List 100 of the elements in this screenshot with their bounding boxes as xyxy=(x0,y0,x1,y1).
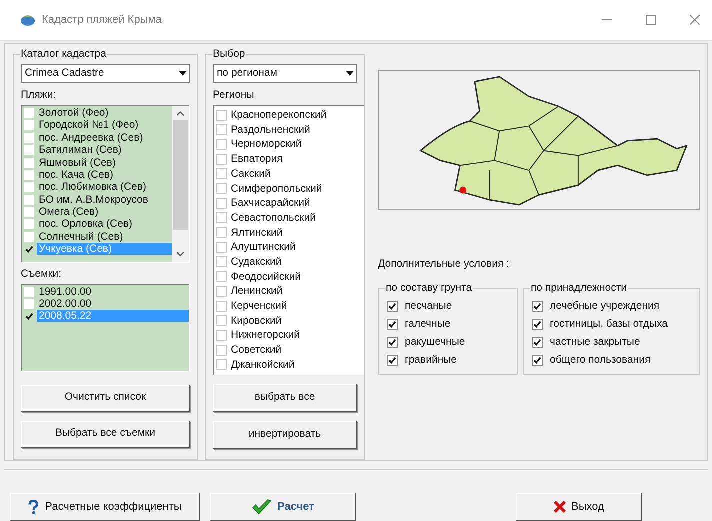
checkbox[interactable] xyxy=(24,311,34,322)
list-item[interactable]: Ленинский xyxy=(231,285,283,298)
list-item[interactable]: Красноперекопский xyxy=(231,109,327,122)
checkbox[interactable] xyxy=(24,170,34,180)
list-item[interactable]: Омега (Сев) xyxy=(37,206,101,218)
checkbox[interactable] xyxy=(216,168,227,180)
footer-button[interactable]: Выход xyxy=(516,493,642,521)
list-item[interactable]: Алуштинский xyxy=(231,241,296,254)
checkbox[interactable] xyxy=(216,124,227,136)
scrollbar-thumb[interactable] xyxy=(173,120,188,230)
checkbox[interactable] xyxy=(24,158,34,168)
list-item[interactable]: Керченский xyxy=(231,300,288,312)
checkbox[interactable] xyxy=(216,315,227,326)
footer-button[interactable]: Расчетные коэффициенты xyxy=(10,493,200,521)
list-item[interactable]: Раздольненский xyxy=(231,124,310,136)
list-item[interactable]: Городской №1 (Фео) xyxy=(37,119,141,132)
list-item[interactable]: Яшмовый (Сев) xyxy=(37,156,118,168)
list-item[interactable]: 1991.00.00 xyxy=(37,286,94,298)
checkbox[interactable] xyxy=(216,271,227,282)
checkbox[interactable] xyxy=(387,355,398,366)
checkbox-label[interactable]: лечебные учреждения xyxy=(550,298,660,315)
checkbox[interactable] xyxy=(532,301,543,312)
footer-button[interactable]: Расчет xyxy=(210,493,356,521)
checkbox[interactable] xyxy=(216,198,227,209)
checkbox[interactable] xyxy=(24,145,34,156)
checkbox[interactable] xyxy=(532,355,543,366)
button[interactable]: Очистить список xyxy=(21,384,190,412)
scroll-up-icon[interactable] xyxy=(177,110,184,116)
help-icon xyxy=(28,500,40,514)
maximize-icon[interactable] xyxy=(646,15,656,25)
list-item[interactable]: Черноморский xyxy=(231,138,302,150)
checkbox[interactable] xyxy=(532,319,543,330)
checkbox[interactable] xyxy=(387,337,398,348)
list-item[interactable]: Феодосийский xyxy=(231,270,301,283)
checkbox[interactable] xyxy=(216,344,227,356)
list-item[interactable]: Евпатория xyxy=(231,153,283,166)
checkbox[interactable] xyxy=(24,232,34,242)
app-icon xyxy=(20,13,36,27)
checkbox[interactable] xyxy=(216,110,227,121)
checkbox-label[interactable]: ракушечные xyxy=(405,334,466,351)
close-icon[interactable] xyxy=(690,15,700,25)
checkbox[interactable] xyxy=(216,242,227,253)
checkbox-label[interactable]: общего пользования xyxy=(550,352,651,369)
list-item[interactable]: Бахчисарайский xyxy=(231,197,310,210)
checkbox[interactable] xyxy=(216,300,227,312)
checkbox[interactable] xyxy=(216,286,227,297)
group-title: Каталог кадастра xyxy=(20,48,108,60)
list-item[interactable]: Советский xyxy=(231,344,282,356)
checkbox[interactable] xyxy=(216,227,227,238)
list-item[interactable]: БО им. А.В.Мокроусов xyxy=(37,194,150,206)
checkbox[interactable] xyxy=(532,337,543,348)
checkbox[interactable] xyxy=(216,330,227,341)
list-item[interactable]: Батилиман (Сев) xyxy=(37,144,124,156)
scrollbar[interactable] xyxy=(172,106,189,262)
checkbox[interactable] xyxy=(216,212,227,224)
checkbox-label[interactable]: гравийные xyxy=(405,352,458,369)
button[interactable]: инвертировать xyxy=(213,420,357,449)
checkbox[interactable] xyxy=(24,299,34,310)
dropdown[interactable]: по регионам xyxy=(213,64,357,83)
list-item[interactable]: Симферопольский xyxy=(231,182,322,195)
checkbox-label[interactable]: частные закрытые xyxy=(550,334,640,351)
checkbox[interactable] xyxy=(216,154,227,165)
checkbox[interactable] xyxy=(24,132,34,143)
list-item[interactable]: пос. Орловка (Сев) xyxy=(37,218,134,230)
list-label: Съемки: xyxy=(21,266,63,282)
list-item[interactable]: 2002.00.00 xyxy=(37,298,94,310)
checkbox-label[interactable]: гостиницы, базы отдыха xyxy=(550,316,668,333)
checkbox-label[interactable]: галечные xyxy=(405,316,451,333)
checkbox-label[interactable]: песчаные xyxy=(405,298,452,315)
button[interactable]: выбрать все xyxy=(213,384,357,412)
dropdown[interactable]: Crimea Cadastre xyxy=(21,64,190,83)
list-item[interactable]: Кировский xyxy=(231,314,282,327)
checkbox[interactable] xyxy=(216,256,227,268)
list-item[interactable]: Севастопольский xyxy=(231,212,316,224)
checkbox[interactable] xyxy=(24,219,34,230)
checkbox[interactable] xyxy=(24,182,34,192)
list-item[interactable]: Солнечный (Сев) xyxy=(37,230,126,243)
checkbox[interactable] xyxy=(387,301,398,312)
checkbox[interactable] xyxy=(387,319,398,330)
list-item[interactable]: Сакский xyxy=(231,168,271,180)
button[interactable]: Выбрать все съемки xyxy=(21,420,190,448)
dropdown-arrow-icon xyxy=(179,71,187,76)
list-item[interactable]: пос. Любимовка (Сев) xyxy=(37,181,148,194)
checkbox[interactable] xyxy=(24,207,34,218)
checkbox[interactable] xyxy=(216,183,227,194)
list-item[interactable]: пос. Кача (Сев) xyxy=(37,168,116,181)
list-item[interactable]: пос. Андреевка (Сев) xyxy=(37,132,146,144)
list-item[interactable]: Судакский xyxy=(231,256,282,268)
checkbox[interactable] xyxy=(24,120,34,130)
list-item[interactable]: Ялтинский xyxy=(231,226,283,239)
scroll-down-icon[interactable] xyxy=(177,252,184,257)
list-item[interactable]: Нижнегорский xyxy=(231,329,300,342)
checkbox[interactable] xyxy=(24,194,34,205)
list-item[interactable]: Золотой (Фео) xyxy=(37,106,111,119)
checkbox[interactable] xyxy=(216,138,227,150)
checkbox[interactable] xyxy=(24,108,34,118)
list-item[interactable]: Джанкойский xyxy=(231,358,295,371)
checkbox[interactable] xyxy=(216,359,227,370)
checkbox[interactable] xyxy=(24,244,34,254)
checkbox[interactable] xyxy=(24,286,34,297)
